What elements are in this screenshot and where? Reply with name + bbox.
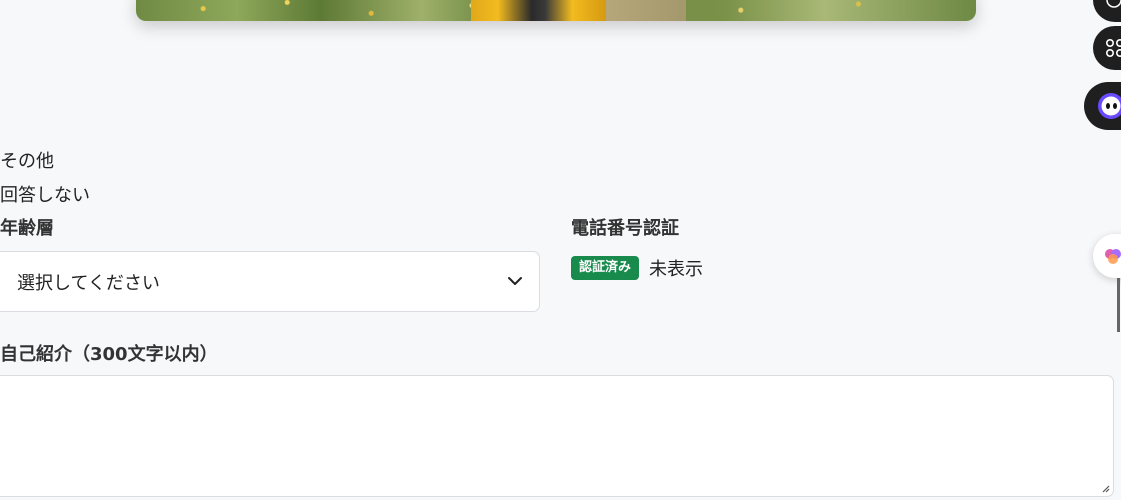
age-label: 年齢層: [0, 218, 54, 239]
side-extension-tab[interactable]: [1093, 234, 1121, 278]
phone-verification-status: 認証済み 未表示: [571, 255, 703, 281]
hero-image: [136, 0, 976, 21]
gender-option-other[interactable]: その他: [0, 147, 54, 173]
age-select[interactable]: 選択してください: [0, 251, 540, 312]
floating-button-top[interactable]: [1093, 0, 1121, 22]
brain-icon: [1105, 249, 1121, 264]
phone-verification-label: 電話番号認証: [571, 218, 679, 239]
side-scroll-indicator: [1117, 278, 1120, 332]
bio-textarea[interactable]: [0, 375, 1114, 497]
hero-figure: [471, 0, 606, 21]
floating-assistant-button[interactable]: [1084, 82, 1121, 130]
arrow-icon: [1106, 0, 1121, 8]
chevron-down-icon: [508, 277, 522, 285]
floating-apps-button[interactable]: [1093, 26, 1121, 70]
verified-badge: 認証済み: [571, 256, 640, 280]
phone-visibility-text: 未表示: [649, 259, 704, 280]
gender-option-no-answer[interactable]: 回答しない: [0, 181, 90, 207]
apps-grid-icon: [1105, 38, 1121, 58]
bio-label: 自己紹介（300文字以内）: [0, 344, 218, 365]
assistant-face-icon: [1098, 93, 1121, 119]
age-select-value: 選択してください: [17, 272, 160, 294]
hero-path: [606, 0, 686, 21]
resize-handle-icon[interactable]: [1100, 483, 1110, 493]
